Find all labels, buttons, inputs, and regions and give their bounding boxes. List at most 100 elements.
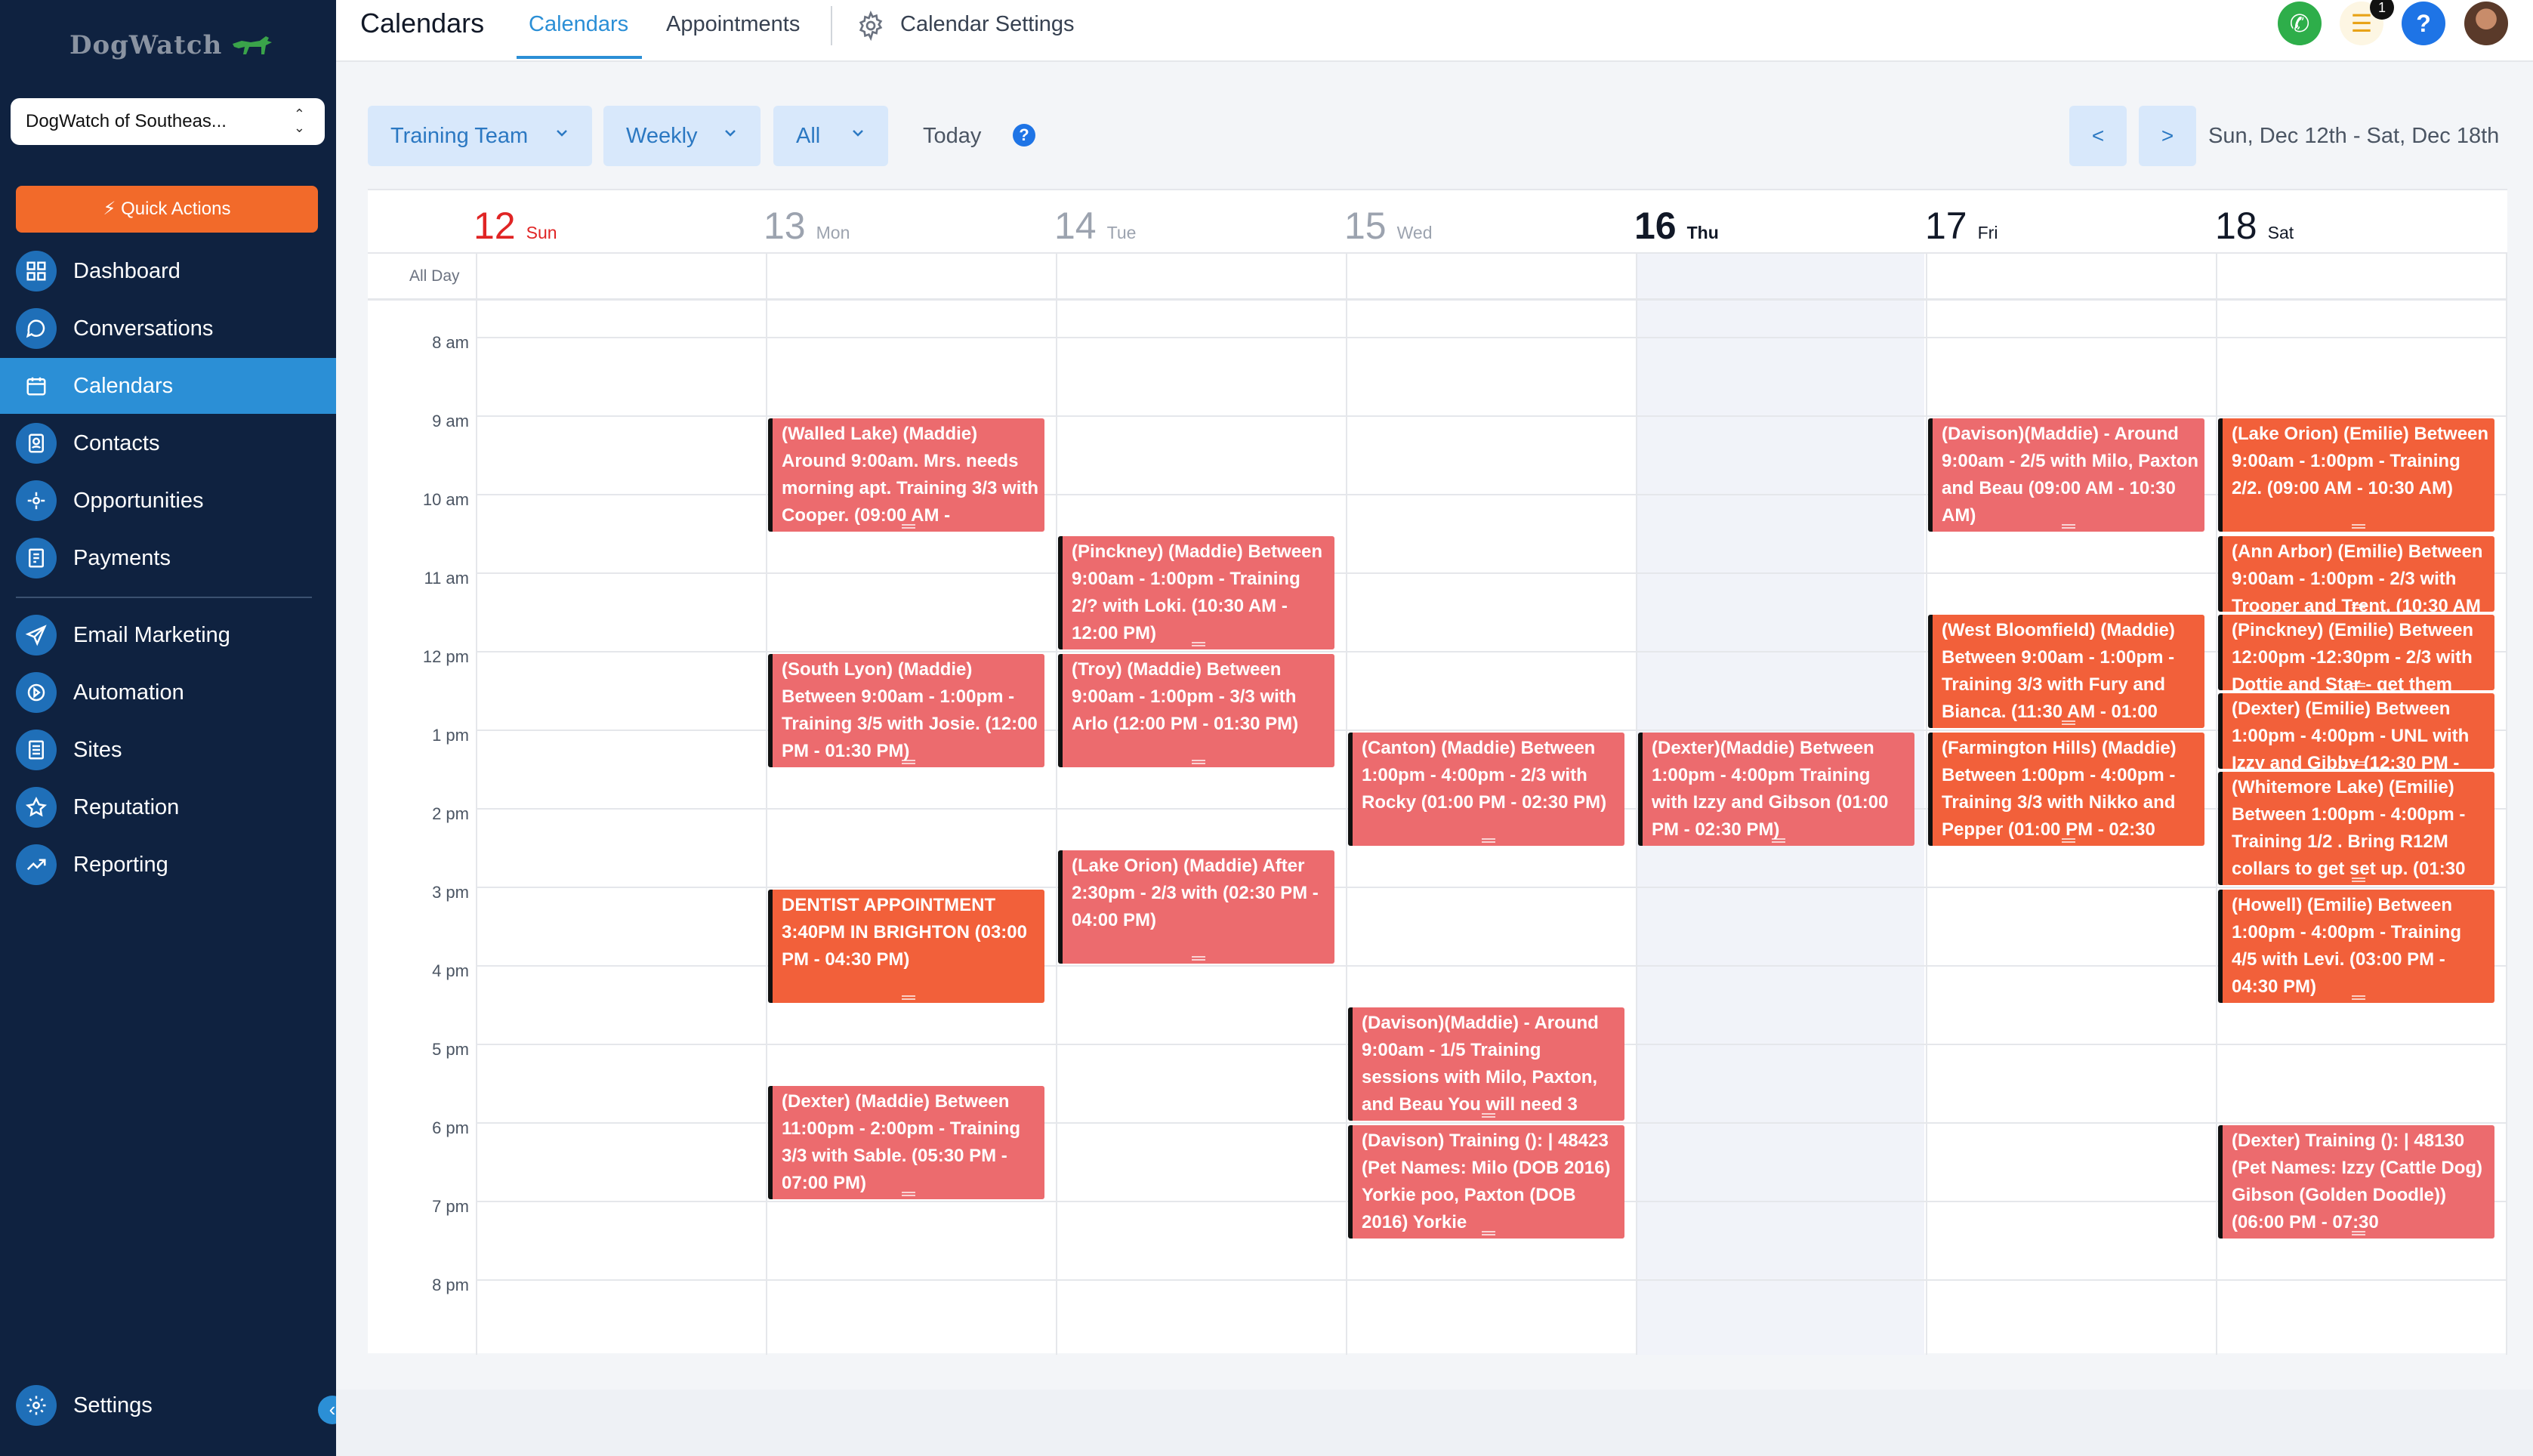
filter-select[interactable]: All (773, 106, 888, 166)
page-title: Calendars (360, 8, 485, 39)
calendar-event[interactable]: (Davison) Training (): | 48423 (Pet Name… (1348, 1125, 1624, 1239)
resize-handle[interactable] (1482, 838, 1495, 843)
calendar-event[interactable]: (Dexter)(Maddie) Between 1:00pm - 4:00pm… (1638, 733, 1914, 846)
phone-button[interactable]: ✆ (2278, 2, 2322, 45)
gear-icon[interactable] (856, 11, 886, 41)
payments-icon (16, 538, 57, 578)
resize-handle[interactable] (902, 524, 915, 529)
resize-handle[interactable] (1192, 642, 1205, 646)
resize-handle[interactable] (2352, 604, 2365, 609)
resize-handle[interactable] (2352, 524, 2365, 529)
calendar-event[interactable]: (Pinckney) (Emilie) Between 12:00pm -12:… (2218, 615, 2494, 690)
view-select[interactable]: Weekly (603, 106, 761, 166)
tab-appointments[interactable]: Appointments (666, 12, 800, 37)
today-button[interactable]: Today (923, 124, 981, 149)
resize-handle[interactable] (902, 1192, 915, 1196)
day-name: Sat (2267, 223, 2294, 242)
column-divider (1926, 252, 1927, 1355)
calendar-event[interactable]: (Troy) (Maddie) Between 9:00am - 1:00pm … (1058, 654, 1334, 767)
send-icon (16, 615, 57, 656)
day-header-thu[interactable]: 16 Thu (1634, 204, 1719, 247)
tab-calendars[interactable]: Calendars (529, 12, 628, 37)
sidebar-item-label: Sites (73, 737, 122, 762)
location-switcher[interactable]: DogWatch of Southeas... ⌃ ⌄ (11, 98, 325, 145)
sidebar-item-automation[interactable]: Automation (0, 665, 336, 720)
sidebar-item-calendars[interactable]: Calendars (0, 358, 336, 414)
sidebar-item-reporting[interactable]: Reporting (0, 837, 336, 893)
calendar-event[interactable]: (Whitemore Lake) (Emilie) Between 1:00pm… (2218, 772, 2494, 885)
resize-handle[interactable] (902, 995, 915, 1000)
calendar-event[interactable]: (Davison)(Maddie) - Around 9:00am - 1/5 … (1348, 1007, 1624, 1121)
day-header-tue[interactable]: 14 Tue (1054, 204, 1137, 247)
calendar-event[interactable]: (Dexter) (Emilie) Between 1:00pm - 4:00p… (2218, 693, 2494, 769)
sidebar-item-payments[interactable]: Payments (0, 530, 336, 586)
calendar-event[interactable]: (Farmington Hills) (Maddie) Between 1:00… (1928, 733, 2204, 846)
resize-handle[interactable] (2062, 720, 2075, 725)
sidebar-item-opportunities[interactable]: Opportunities (0, 473, 336, 529)
day-header-fri[interactable]: 17 Fri (1925, 204, 1998, 247)
calendar-event[interactable]: (Lake Orion) (Emilie) Between 9:00am - 1… (2218, 418, 2494, 532)
tab-calendar-settings[interactable]: Calendar Settings (900, 12, 1075, 37)
resize-handle[interactable] (2352, 995, 2365, 1000)
column-divider (1346, 252, 1347, 1355)
day-header-mon[interactable]: 13 Mon (764, 204, 850, 247)
calendar-event[interactable]: (Walled Lake) (Maddie) Around 9:00am. Mr… (768, 418, 1044, 532)
calendar-event[interactable]: (Dexter) Training (): | 48130 (Pet Names… (2218, 1125, 2494, 1239)
resize-handle[interactable] (2062, 838, 2075, 843)
chevron-down-icon (725, 130, 736, 137)
calendar-event[interactable]: (South Lyon) (Maddie) Between 9:00am - 1… (768, 654, 1044, 767)
calendar-event[interactable]: (Pinckney) (Maddie) Between 9:00am - 1:0… (1058, 536, 1334, 649)
day-header-sun[interactable]: 12 Sun (474, 204, 557, 247)
sidebar-item-dashboard[interactable]: Dashboard (0, 243, 336, 299)
calendar-event[interactable]: (Lake Orion) (Maddie) After 2:30pm - 2/3… (1058, 850, 1334, 964)
resize-handle[interactable] (902, 760, 915, 764)
sidebar-item-contacts[interactable]: Contacts (0, 415, 336, 471)
star-icon (16, 787, 57, 828)
resize-handle[interactable] (2352, 878, 2365, 882)
quick-actions-button[interactable]: ⚡ Quick Actions (16, 186, 318, 233)
event-text: (Whitemore Lake) (Emilie) Between 1:00pm… (2232, 777, 2466, 879)
chevron-down-icon (853, 130, 863, 137)
day-name: Tue (1106, 223, 1137, 242)
calendar-icon (16, 366, 57, 406)
sidebar-item-conversations[interactable]: Conversations (0, 301, 336, 356)
sidebar-item-reputation[interactable]: Reputation (0, 779, 336, 835)
contacts-icon (16, 423, 57, 464)
resize-handle[interactable] (1192, 956, 1205, 961)
day-header-sat[interactable]: 18 Sat (2215, 204, 2294, 247)
team-select[interactable]: Training Team (368, 106, 592, 166)
hour-label: 12 pm (422, 647, 469, 666)
resize-handle[interactable] (1192, 760, 1205, 764)
resize-handle[interactable] (1772, 838, 1785, 843)
help-button[interactable]: ? (2402, 2, 2445, 45)
calendar-event[interactable]: (Davison)(Maddie) - Around 9:00am - 2/5 … (1928, 418, 2204, 532)
next-week-button[interactable]: > (2139, 106, 2196, 166)
resize-handle[interactable] (1482, 1113, 1495, 1118)
calendar-event[interactable]: (West Bloomfield) (Maddie) Between 9:00a… (1928, 615, 2204, 728)
calendar-event[interactable]: (Dexter) (Maddie) Between 11:00pm - 2:00… (768, 1086, 1044, 1199)
resize-handle[interactable] (2352, 683, 2365, 687)
event-text: (Lake Orion) (Maddie) After 2:30pm - 2/3… (1072, 856, 1319, 930)
calendar-event[interactable]: (Howell) (Emilie) Between 1:00pm - 4:00p… (2218, 890, 2494, 1003)
view-select-value: Weekly (626, 123, 698, 148)
resize-handle[interactable] (2352, 761, 2365, 766)
lightning-icon: ⚡ (103, 199, 116, 219)
sidebar-item-settings[interactable]: Settings (0, 1377, 336, 1433)
opportunities-icon (16, 480, 57, 521)
resize-handle[interactable] (1482, 1231, 1495, 1235)
sidebar-item-email-marketing[interactable]: Email Marketing (0, 607, 336, 663)
avatar[interactable] (2464, 2, 2508, 45)
resize-handle[interactable] (2352, 1231, 2365, 1235)
day-header-wed[interactable]: 15 Wed (1344, 204, 1433, 247)
calendar-event[interactable]: (Ann Arbor) (Emilie) Between 9:00am - 1:… (2218, 536, 2494, 612)
task-list-icon: ☰ (2350, 10, 2373, 37)
previous-week-button[interactable]: < (2069, 106, 2127, 166)
hour-line (477, 887, 2507, 888)
all-day-row[interactable] (368, 252, 2507, 301)
calendar-event[interactable]: (Canton) (Maddie) Between 1:00pm - 4:00p… (1348, 733, 1624, 846)
calendar-event[interactable]: DENTIST APPOINTMENT 3:40PM IN BRIGHTON (… (768, 890, 1044, 1003)
resize-handle[interactable] (2062, 524, 2075, 529)
help-icon[interactable]: ? (1013, 124, 1035, 147)
sidebar-item-sites[interactable]: Sites (0, 722, 336, 778)
sidebar-item-label: Dashboard (73, 258, 180, 283)
